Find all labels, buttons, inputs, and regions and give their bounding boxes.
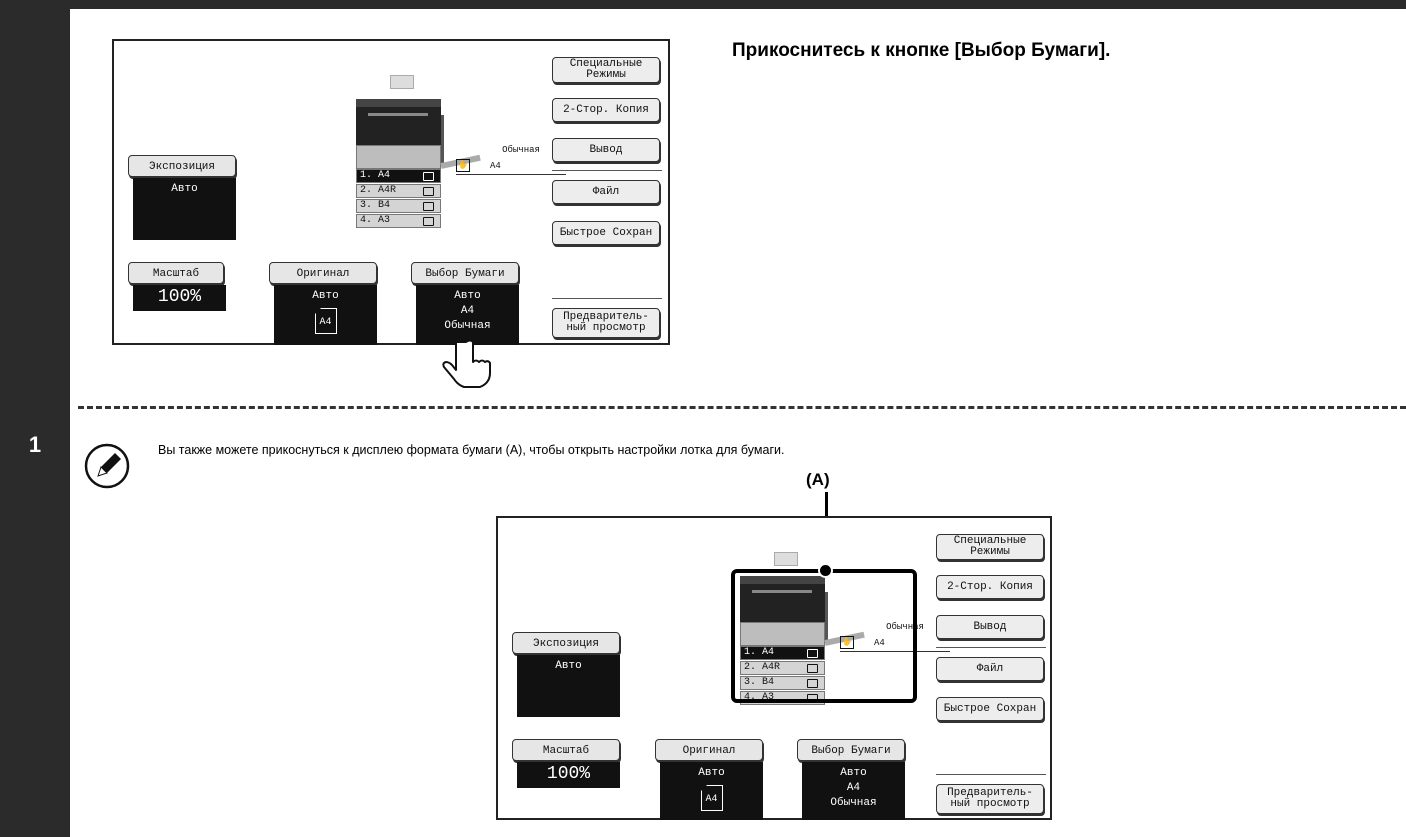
paper-display-highlight [731, 569, 917, 703]
original-value-box: Авто A4 [660, 762, 763, 820]
tray-icon [423, 172, 434, 181]
pencil-note-icon [84, 443, 130, 489]
exposure-label[interactable]: Экспозиция [128, 155, 236, 177]
quick-save-button[interactable]: Быстрое Сохран [552, 221, 660, 245]
special-modes-button[interactable]: Специальные Режимы [936, 534, 1044, 560]
step-heading: Прикоснитесь к кнопке [Выбор Бумаги]. [732, 40, 1111, 61]
divider [936, 647, 1046, 648]
tray-icon [423, 202, 434, 211]
paper-icon: A4 [699, 784, 723, 811]
hand-icon: ✋ [456, 159, 470, 172]
original-doc-icon [774, 552, 798, 566]
preview-button[interactable]: Предваритель-ный просмотр [936, 784, 1044, 814]
output-button[interactable]: Вывод [552, 138, 660, 162]
callout-label: (A) [806, 470, 830, 489]
tray-list[interactable]: 1. A4 2. A4R 3. B4 4. A3 [356, 169, 441, 229]
bypass-paper-info[interactable]: Обычная ✋ A4 [456, 145, 566, 175]
tray-icon [423, 187, 434, 196]
exposure-value: Авто [517, 655, 620, 717]
exposure-value: Авто [133, 178, 236, 240]
callout-dot [818, 563, 833, 578]
divider [552, 298, 662, 299]
scale-value: 100% [133, 285, 226, 311]
scale-label[interactable]: Масштаб [512, 739, 620, 761]
tray-item[interactable]: 1. A4 [356, 169, 441, 183]
duplex-copy-button[interactable]: 2-Стор. Копия [936, 575, 1044, 599]
scale-label[interactable]: Масштаб [128, 262, 224, 284]
tray-item[interactable]: 3. B4 [356, 199, 441, 213]
tray-item[interactable]: 4. A3 [356, 214, 441, 228]
tray-item[interactable]: 2. A4R [356, 184, 441, 198]
copier-illustration: 1. A4 2. A4R 3. B4 4. A3 Обычная ✋ A4 [356, 75, 566, 229]
paper-select-label[interactable]: Выбор Бумаги [797, 739, 905, 761]
quick-save-button[interactable]: Быстрое Сохран [936, 697, 1044, 721]
step-number: 1 [28, 432, 42, 457]
preview-button[interactable]: Предваритель-ный просмотр [552, 308, 660, 338]
original-value-box: Авто A4 [274, 285, 377, 345]
special-modes-button[interactable]: Специальные Режимы [552, 57, 660, 83]
paper-select-box[interactable]: Авто A4 Обычная [416, 285, 519, 345]
note-text: Вы также можете прикоснуться к дисплею ф… [158, 443, 785, 457]
section-divider [78, 406, 1406, 409]
file-button[interactable]: Файл [552, 180, 660, 204]
original-doc-icon [390, 75, 414, 89]
paper-select-label[interactable]: Выбор Бумаги [411, 262, 519, 284]
divider [936, 774, 1046, 775]
top-bar [0, 0, 1406, 9]
copy-panel-main: Экспозиция Авто Масштаб 100% Оригинал Ав… [112, 39, 670, 345]
scale-value: 100% [517, 762, 620, 788]
output-button[interactable]: Вывод [936, 615, 1044, 639]
original-label[interactable]: Оригинал [655, 739, 763, 761]
file-button[interactable]: Файл [936, 657, 1044, 681]
tray-icon [423, 217, 434, 226]
exposure-label[interactable]: Экспозиция [512, 632, 620, 654]
original-label[interactable]: Оригинал [269, 262, 377, 284]
paper-select-box[interactable]: Авто A4 Обычная [802, 762, 905, 820]
step-sidebar [0, 9, 70, 837]
hand-pointer-icon [442, 339, 491, 388]
divider [552, 170, 662, 171]
paper-icon: A4 [313, 307, 337, 334]
duplex-copy-button[interactable]: 2-Стор. Копия [552, 98, 660, 122]
